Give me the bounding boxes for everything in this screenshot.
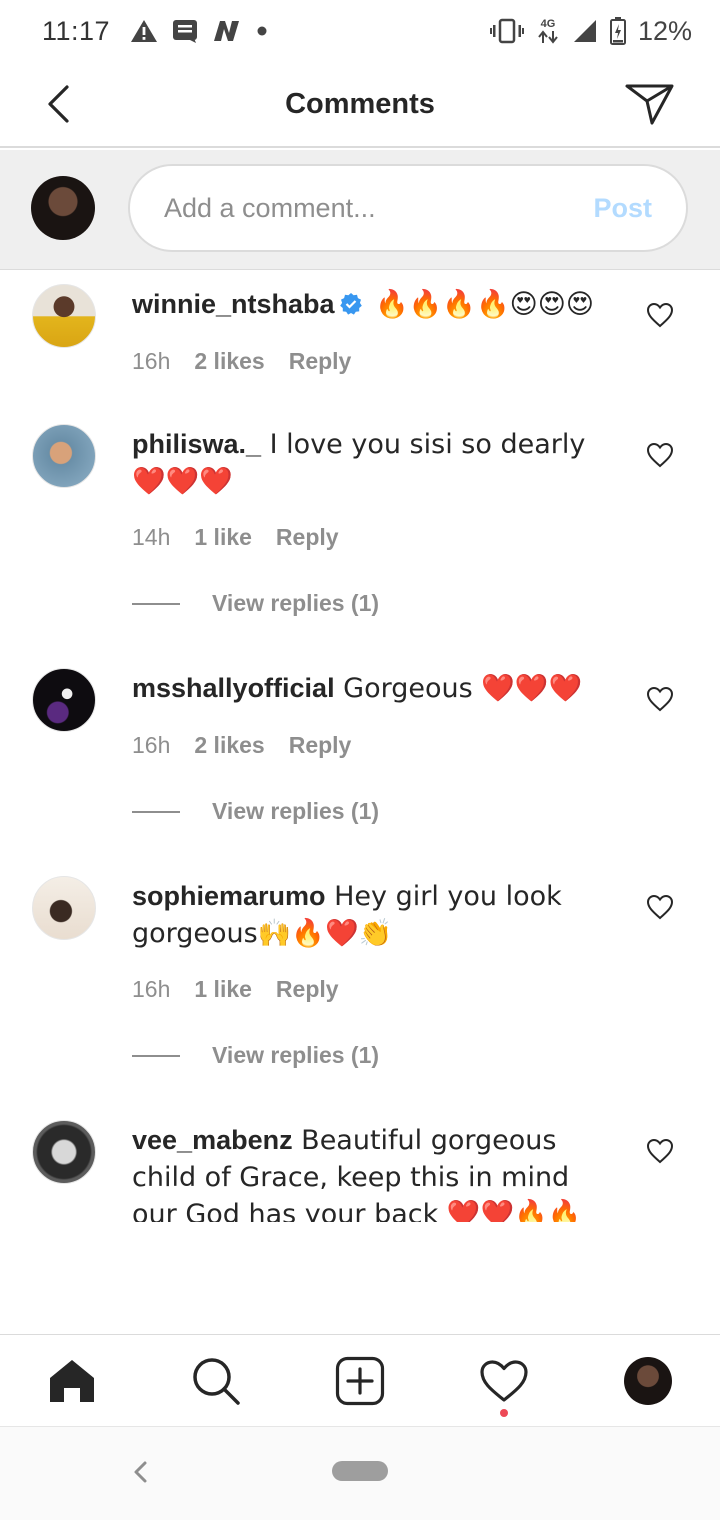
comment-likes[interactable]: 2 likes — [194, 348, 264, 375]
back-button[interactable] — [36, 82, 80, 126]
replies-divider-line — [132, 602, 180, 605]
nav-search[interactable] — [184, 1349, 248, 1413]
status-left: 11:17 — [42, 16, 268, 47]
bottom-navigation — [0, 1334, 720, 1426]
nav-activity[interactable] — [472, 1349, 536, 1417]
comment-time: 16h — [132, 976, 171, 1002]
comment-username[interactable]: vee_mabenz — [132, 1125, 293, 1155]
search-icon — [193, 1357, 240, 1405]
comment-body: winnie_ntshaba 🔥🔥🔥🔥😍😍😍 — [132, 286, 612, 323]
activity-heart-icon — [480, 1359, 528, 1402]
view-replies-button[interactable]: View replies (1) — [132, 1042, 379, 1069]
reply-button[interactable]: Reply — [289, 732, 352, 759]
comment-time: 16h — [132, 732, 171, 758]
nav-home[interactable] — [40, 1349, 104, 1413]
comment-username[interactable]: msshallyofficial — [132, 673, 335, 703]
comment-time: 14h — [132, 524, 171, 550]
view-replies-label: View replies (1) — [212, 590, 380, 616]
nav-profile[interactable] — [616, 1349, 680, 1413]
comment-username[interactable]: philiswa._ — [132, 429, 261, 459]
status-right: 4G 12% — [489, 15, 692, 47]
reply-button[interactable]: Reply — [276, 524, 339, 551]
status-bar: 11:17 4G 12% — [0, 0, 720, 62]
comment-time: 16h — [132, 348, 171, 374]
comment-username[interactable]: sophiemarumo — [132, 881, 326, 911]
comment-text: Gorgeous ❤️❤️❤️ — [334, 673, 583, 704]
comment-username[interactable]: winnie_ntshaba — [132, 289, 335, 319]
comment-meta: 16h 1 like Reply — [132, 976, 339, 1003]
comment-meta: 16h 2 likes Reply — [132, 732, 351, 759]
replies-divider-line — [132, 810, 180, 813]
avatar[interactable] — [32, 1120, 96, 1184]
view-replies-button[interactable]: View replies (1) — [132, 798, 379, 825]
avatar[interactable] — [32, 668, 96, 732]
verified-badge-icon — [339, 293, 362, 315]
n-app-icon — [212, 19, 242, 43]
paper-plane-icon — [625, 84, 674, 125]
comment-compose-bar: Post — [0, 150, 720, 270]
comment-body: vee_mabenz Beautiful gorgeous child of G… — [132, 1122, 612, 1222]
warning-icon — [130, 18, 158, 44]
add-post-icon — [335, 1356, 385, 1405]
avatar[interactable] — [32, 424, 96, 488]
home-icon — [50, 1359, 94, 1402]
comment-likes[interactable]: 2 likes — [194, 732, 264, 759]
comment-body: philiswa._ I love you sisi so dearly❤️❤️… — [132, 426, 612, 500]
reply-button[interactable]: Reply — [289, 348, 352, 375]
share-button[interactable] — [624, 80, 676, 128]
current-user-avatar — [31, 176, 95, 240]
comment-likes[interactable]: 1 like — [194, 524, 252, 551]
chevron-left-icon — [48, 85, 69, 123]
like-heart-icon[interactable] — [646, 442, 674, 468]
replies-divider-line — [132, 1054, 180, 1057]
comment-likes[interactable]: 1 like — [194, 976, 252, 1003]
comments-list[interactable]: winnie_ntshaba 🔥🔥🔥🔥😍😍😍 16h 2 likes Reply… — [0, 272, 720, 1222]
signal-icon — [572, 19, 598, 43]
comment-text: 🔥🔥🔥🔥😍😍😍 — [366, 289, 595, 320]
dot-icon — [256, 25, 268, 37]
system-navigation-bar — [0, 1426, 720, 1520]
comment-meta: 16h 2 likes Reply — [132, 348, 351, 375]
view-replies-label: View replies (1) — [212, 798, 380, 824]
nav-new-post[interactable] — [328, 1349, 392, 1413]
status-time: 11:17 — [42, 15, 111, 46]
system-back-icon[interactable] — [126, 1457, 156, 1487]
comment-input-container[interactable]: Post — [128, 164, 688, 252]
like-heart-icon[interactable] — [646, 1138, 674, 1164]
battery-percent: 12% — [637, 15, 692, 46]
like-heart-icon[interactable] — [646, 894, 674, 920]
view-replies-label: View replies (1) — [212, 1042, 380, 1068]
network-label: 4G — [540, 17, 556, 30]
page-title: Comments — [285, 87, 435, 120]
like-heart-icon[interactable] — [646, 686, 674, 712]
comment-meta: 14h 1 like Reply — [132, 524, 339, 551]
profile-avatar — [624, 1356, 672, 1405]
avatar[interactable] — [32, 876, 96, 940]
comment-body: sophiemarumo Hey girl you look gorgeous🙌… — [132, 878, 612, 952]
notification-dot — [500, 1408, 508, 1417]
message-icon — [172, 19, 198, 43]
comment-body: msshallyofficial Gorgeous ❤️❤️❤️ — [132, 670, 612, 707]
post-button[interactable]: Post — [593, 193, 652, 224]
comment-input[interactable] — [164, 192, 544, 224]
system-home-pill[interactable] — [332, 1461, 388, 1481]
reply-button[interactable]: Reply — [276, 976, 339, 1003]
vibrate-icon — [489, 18, 524, 44]
data-icon: 4G — [536, 17, 560, 44]
like-heart-icon[interactable] — [646, 302, 674, 328]
avatar[interactable] — [32, 284, 96, 348]
battery-icon — [609, 17, 626, 45]
view-replies-button[interactable]: View replies (1) — [132, 590, 379, 617]
top-app-bar: Comments — [0, 62, 720, 148]
